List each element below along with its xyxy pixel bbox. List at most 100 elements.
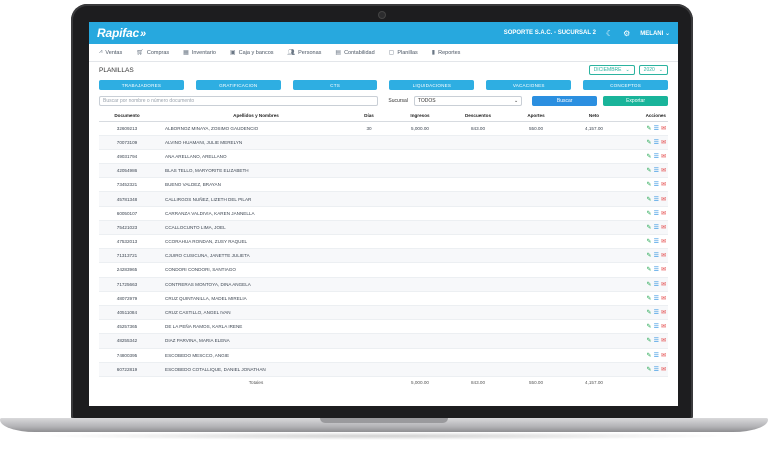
col-neto[interactable]: Neto (565, 111, 623, 122)
edit-icon[interactable]: ✎ (647, 323, 652, 330)
table-row[interactable]: 71313721 CJUIRO CUSICUNA, JANETTE JULIETA… (99, 248, 668, 264)
mail-icon[interactable]: ✉ (661, 238, 666, 245)
list-icon[interactable]: ☰ (654, 309, 659, 316)
mail-icon[interactable]: ✉ (661, 167, 666, 174)
table-row[interactable]: 42054986 BLAS TELLO, MARYORITE ELIZABETH ✎… (99, 163, 668, 179)
tab-trabajadores[interactable]: TRABAJADORES (99, 80, 184, 90)
menu-inventario[interactable]: ▦ Inventario (183, 49, 216, 57)
edit-icon[interactable]: ✎ (647, 238, 652, 245)
menu-personas[interactable]: 👥︎ Personas (288, 49, 322, 57)
mail-icon[interactable]: ✉ (661, 323, 666, 330)
col-aportes[interactable]: Aportes (507, 111, 565, 122)
menu-planillas[interactable]: ▢ Planillas (389, 49, 418, 57)
col-ingresos[interactable]: Ingresos (391, 111, 449, 122)
mail-icon[interactable]: ✉ (661, 366, 666, 373)
table-row[interactable]: 24283965 CONDORI CONDORI, SANTIAGO ✎ ☰ ✉ (99, 262, 668, 278)
menu-contabilidad[interactable]: ▤ Contabilidad (335, 49, 374, 57)
mail-icon[interactable]: ✉ (661, 281, 666, 288)
edit-icon[interactable]: ✎ (647, 337, 652, 344)
col-documento[interactable]: Documento (99, 111, 155, 122)
table-row[interactable]: 75421023 CCALLOCUNTO LIMA, JOEL ✎ ☰ ✉ (99, 220, 668, 236)
edit-icon[interactable]: ✎ (647, 196, 652, 203)
sucursal-select[interactable]: TODOS ⌄ (413, 96, 523, 106)
col-dias[interactable]: Días (347, 111, 391, 122)
table-row[interactable]: 71725663 CONTRERAS MONTOYA, DINA ANGELA ✎ ☰… (99, 277, 668, 292)
edit-icon[interactable]: ✎ (647, 295, 652, 302)
list-icon[interactable]: ☰ (654, 196, 659, 203)
menu-compras[interactable]: 🛒︎ Compras (136, 49, 169, 57)
mail-icon[interactable]: ✉ (661, 337, 666, 344)
table-row[interactable]: 60722819 ESCOBEDO COTALLIQUE, DANIEL JONA… (99, 362, 668, 377)
list-icon[interactable]: ☰ (654, 238, 659, 245)
edit-icon[interactable]: ✎ (647, 224, 652, 231)
table-row[interactable]: 48255342 DIAZ PARVINA, MARIA ELENA ✎ ☰ ✉ (99, 333, 668, 349)
list-icon[interactable]: ☰ (654, 210, 659, 217)
list-icon[interactable]: ☰ (654, 323, 659, 330)
tab-vacaciones[interactable]: VACACIONES (486, 80, 572, 90)
list-icon[interactable]: ☰ (654, 366, 659, 373)
col-descuentos[interactable]: Descuentos (449, 111, 507, 122)
mail-icon[interactable]: ✉ (661, 266, 666, 273)
table-row[interactable]: 74800395 ESCOBEDO MESCCO, ANGIE ✎ ☰ ✉ (99, 348, 668, 363)
col-apellidos-nombres[interactable]: Apellidos y Nombres (155, 111, 347, 122)
exportar-button[interactable]: Exportar (603, 96, 668, 106)
mail-icon[interactable]: ✉ (661, 309, 666, 316)
table-row[interactable]: 40511084 CRUZ CASTILLO, ANGEL IVAN ✎ ☰ ✉ (99, 305, 668, 321)
mail-icon[interactable]: ✉ (661, 196, 666, 203)
edit-icon[interactable]: ✎ (647, 153, 652, 160)
mail-icon[interactable]: ✉ (661, 352, 666, 359)
moon-icon[interactable]: ☾ (606, 29, 613, 38)
table-row[interactable]: 70073109 ALVINO HUAMANI, JULIE MERELYN ✎ ☰ ✉ (99, 135, 668, 150)
menu-ventas[interactable]: ⩘ Ventas (99, 49, 122, 56)
list-icon[interactable]: ☰ (654, 352, 659, 359)
tab-conceptos[interactable]: CONCEPTOS (583, 80, 668, 90)
table-row[interactable]: 32609213 ALBORNOZ MINAYA, ZOSIMO GAUDENCI… (99, 121, 668, 136)
list-icon[interactable]: ☰ (654, 252, 659, 259)
app-logo[interactable]: Rapifac» (97, 26, 146, 40)
edit-icon[interactable]: ✎ (647, 281, 652, 288)
tab-cts[interactable]: CTS (292, 80, 378, 90)
table-row[interactable]: 73452321 BUENO VALDEZ, BRAYAN ✎ ☰ ✉ (99, 177, 668, 193)
mail-icon[interactable]: ✉ (661, 295, 666, 302)
edit-icon[interactable]: ✎ (647, 139, 652, 146)
list-icon[interactable]: ☰ (654, 266, 659, 273)
list-icon[interactable]: ☰ (654, 181, 659, 188)
mail-icon[interactable]: ✉ (661, 125, 666, 132)
buscar-button[interactable]: Buscar (532, 96, 598, 106)
edit-icon[interactable]: ✎ (647, 167, 652, 174)
list-icon[interactable]: ☰ (654, 125, 659, 132)
list-icon[interactable]: ☰ (654, 224, 659, 231)
edit-icon[interactable]: ✎ (647, 125, 652, 132)
table-row[interactable]: 48072979 CRUZ QUINTANILLA, MADEL MIRELIA ✎… (99, 291, 668, 306)
table-row[interactable]: 45257365 DE LA PEÑA RAMOS, KARLA IRENE ✎ ☰ ✉ (99, 319, 668, 335)
search-input[interactable]: Buscar por nombre o número documento (99, 96, 379, 106)
table-row[interactable]: 47532013 CCORAHUA RONDAN, ZUSY RAQUEL ✎ ☰ ✉ (99, 234, 668, 250)
table-row[interactable]: 60050107 CARRANZA VALDIVIA, KAREN JANNELL… (99, 206, 668, 221)
list-icon[interactable]: ☰ (654, 167, 659, 174)
mail-icon[interactable]: ✉ (661, 224, 666, 231)
month-select[interactable]: DICIEMBRE ⌄ (588, 65, 635, 75)
mail-icon[interactable]: ✉ (661, 252, 666, 259)
edit-icon[interactable]: ✎ (647, 210, 652, 217)
list-icon[interactable]: ☰ (654, 337, 659, 344)
edit-icon[interactable]: ✎ (647, 352, 652, 359)
edit-icon[interactable]: ✎ (647, 181, 652, 188)
table-row[interactable]: 49031794 ANA ARELLANO, ARELLANO ✎ ☰ ✉ (99, 149, 668, 165)
mail-icon[interactable]: ✉ (661, 181, 666, 188)
mail-icon[interactable]: ✉ (661, 210, 666, 217)
list-icon[interactable]: ☰ (654, 295, 659, 302)
edit-icon[interactable]: ✎ (647, 366, 652, 373)
user-menu[interactable]: MELANI ⌄ (640, 30, 670, 37)
list-icon[interactable]: ☰ (654, 139, 659, 146)
edit-icon[interactable]: ✎ (647, 252, 652, 259)
gear-icon[interactable]: ⚙ (623, 29, 630, 38)
mail-icon[interactable]: ✉ (661, 139, 666, 146)
table-row[interactable]: 45781348 CALLIRGOS NUÑEZ, LIZETH DEL PILA… (99, 191, 668, 207)
tab-liquidaciones[interactable]: LIQUIDACIONES (389, 80, 475, 90)
edit-icon[interactable]: ✎ (647, 266, 652, 273)
company-name[interactable]: SOPORTE S.A.C. - SUCURSAL 2 (504, 30, 596, 36)
menu-reportes[interactable]: ▮ Reportes (432, 49, 461, 57)
tab-gratificacion[interactable]: GRATIFICACION (195, 80, 281, 90)
year-select[interactable]: 2020 ⌄ (638, 65, 668, 75)
menu-caja-bancos[interactable]: ▣ Caja y bancos (230, 49, 274, 57)
